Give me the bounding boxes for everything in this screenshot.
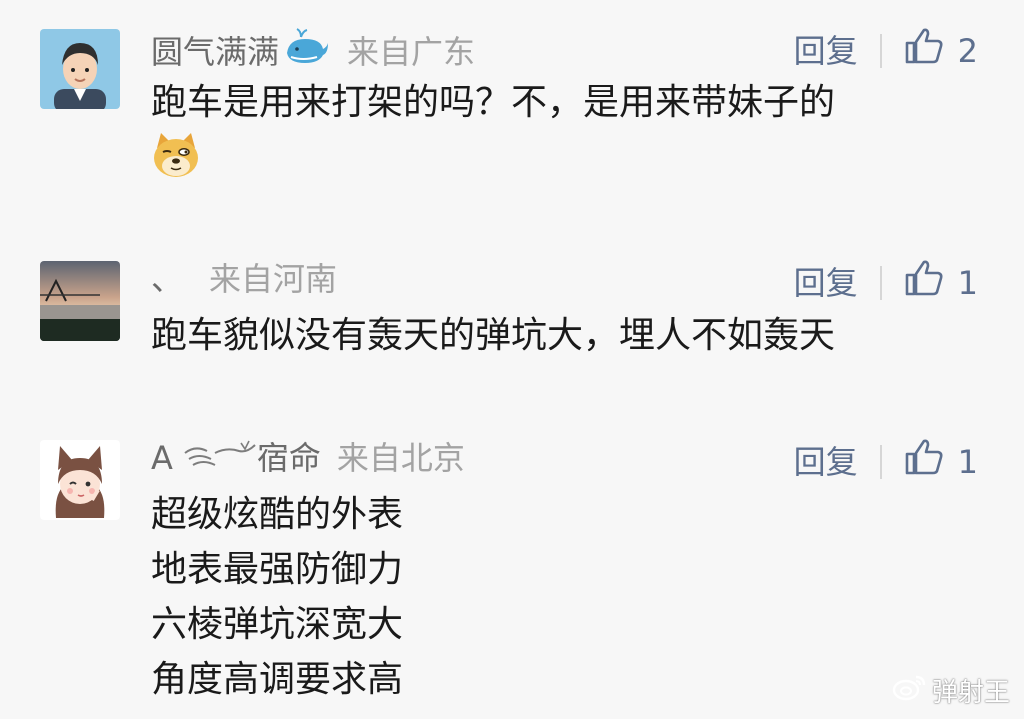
divider xyxy=(879,33,882,68)
comment-text: 跑车貌似没有轰天的弹坑大，埋人不如轰天 xyxy=(151,315,836,356)
location-label: 来自北京 xyxy=(336,439,465,477)
reply-button[interactable]: 回复 xyxy=(794,263,858,303)
like-count: 1 xyxy=(957,263,978,302)
doge-emoji-icon xyxy=(151,130,201,184)
watermark: 弹射王 xyxy=(892,672,1010,709)
thumbs-up-icon[interactable] xyxy=(904,27,944,74)
comment-text: 跑车是用来打架的吗？不，是用来带妹子的 xyxy=(151,82,836,123)
reply-button[interactable]: 回复 xyxy=(794,31,858,71)
username[interactable]: A xyxy=(151,438,173,478)
location-label: 来自广东 xyxy=(347,32,476,71)
comment-text: 超级炫酷的外表 xyxy=(151,494,404,535)
watermark-text: 弹射王 xyxy=(931,678,1010,708)
like-count: 2 xyxy=(957,31,978,70)
avatar[interactable] xyxy=(40,29,120,109)
avatar[interactable] xyxy=(40,261,120,341)
reply-button[interactable]: 回复 xyxy=(794,442,858,482)
wave-icon xyxy=(183,438,257,478)
comment-text: 六棱弹坑深宽大 xyxy=(151,604,404,645)
whale-icon xyxy=(283,27,329,76)
username-suffix[interactable]: 宿命 xyxy=(257,438,321,478)
username[interactable]: 、 xyxy=(151,259,183,299)
comment-text: 角度高调要求高 xyxy=(151,659,404,700)
username[interactable]: 圆气满满 xyxy=(151,32,279,72)
thumbs-up-icon[interactable] xyxy=(904,259,944,306)
divider xyxy=(879,444,882,479)
thumbs-up-icon[interactable] xyxy=(904,438,944,485)
comment-actions: 回复 2 xyxy=(794,27,978,74)
comment-header: A 宿命 来自北京 xyxy=(151,438,465,478)
avatar[interactable] xyxy=(40,440,120,520)
comment-header: 、 来自河南 xyxy=(151,259,337,299)
comment-actions: 回复 1 xyxy=(794,259,978,306)
divider xyxy=(879,265,882,300)
comment-header: 圆气满满 来自广东 xyxy=(151,27,475,76)
weibo-logo-icon xyxy=(892,673,926,708)
like-count: 1 xyxy=(957,442,978,481)
comment-text: 地表最强防御力 xyxy=(151,549,404,590)
location-label: 来自河南 xyxy=(209,260,338,298)
comment-actions: 回复 1 xyxy=(794,438,978,485)
